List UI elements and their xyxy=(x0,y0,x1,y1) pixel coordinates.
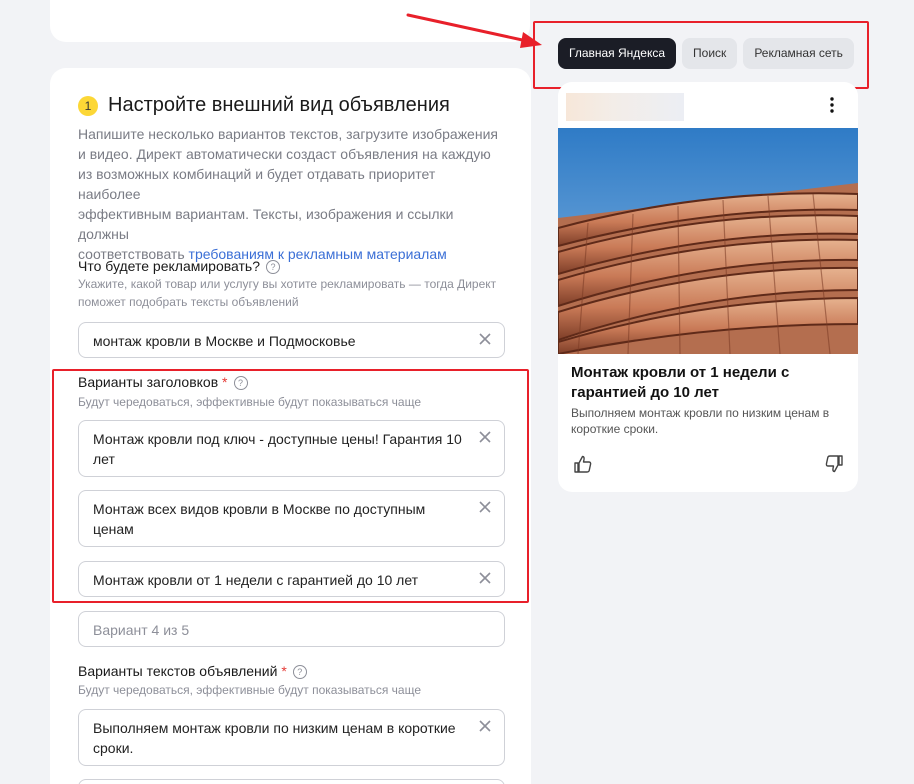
ad-text-input-2[interactable] xyxy=(78,779,505,784)
more-vertical-icon[interactable] xyxy=(826,96,838,114)
close-icon[interactable] xyxy=(478,332,492,346)
section-title: Настройте внешний вид объявления xyxy=(108,94,450,116)
preview-title: Монтаж кровли от 1 недели с гарантией до… xyxy=(571,364,790,401)
roof-tiles-photo xyxy=(558,128,858,354)
thumbs-down-icon[interactable] xyxy=(824,454,844,474)
ad-texts-hint: Будут чередоваться, эффективные будут по… xyxy=(78,683,422,697)
description-line: из возможных комбинаций и будет отдавать… xyxy=(78,166,436,202)
preview-text: Выполняем монтаж кровли по низким ценам … xyxy=(571,406,830,436)
section-description: Напишите несколько вариантов текстов, за… xyxy=(78,124,498,264)
step-number-badge: 1 xyxy=(78,96,98,116)
product-label-text: Что будете рекламировать? xyxy=(78,258,261,274)
help-icon[interactable]: ? xyxy=(266,260,281,274)
product-input[interactable]: монтаж кровли в Москве и Подмосковье xyxy=(78,322,505,358)
annotation-arrow xyxy=(406,13,542,48)
ad-preview-card: Монтаж кровли от 1 недели с гарантией до… xyxy=(558,82,858,492)
thumbs-up-icon[interactable] xyxy=(573,454,593,474)
headline-placeholder: Вариант 4 из 5 xyxy=(93,622,190,638)
ad-text-value: Выполняем монтаж кровли по низким ценам … xyxy=(93,720,456,756)
close-icon[interactable] xyxy=(478,719,492,733)
blurred-site-logo xyxy=(566,93,684,121)
product-input-value: монтаж кровли в Москве и Подмосковье xyxy=(93,333,356,349)
ad-text-input-1[interactable]: Выполняем монтаж кровли по низким ценам … xyxy=(78,709,505,766)
description-line: эффективным вариантам. Тексты, изображен… xyxy=(78,206,454,242)
product-field-label: Что будете рекламировать?? xyxy=(78,257,281,275)
highlight-frame-headlines xyxy=(52,369,529,603)
required-mark: * xyxy=(281,663,287,679)
ad-texts-label: Варианты текстов объявлений *? xyxy=(78,662,307,680)
description-line: Напишите несколько вариантов текстов, за… xyxy=(78,126,498,142)
description-line: и видео. Директ автоматически создаст об… xyxy=(78,146,491,162)
headline-input-new[interactable]: Вариант 4 из 5 xyxy=(78,611,505,647)
help-icon[interactable]: ? xyxy=(292,665,307,679)
ad-texts-label-text: Варианты текстов объявлений xyxy=(78,663,278,679)
product-field-hint: Укажите, какой товар или услугу вы хотит… xyxy=(78,277,497,309)
highlight-frame-tabs xyxy=(533,21,869,89)
